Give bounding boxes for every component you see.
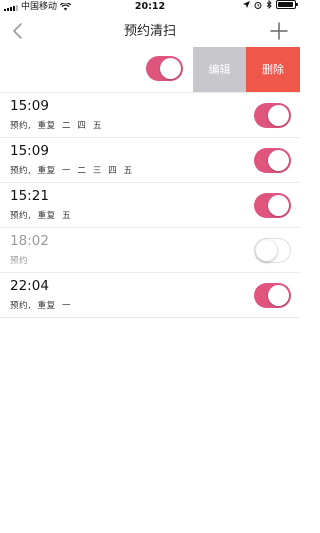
page-title: 预约清扫 xyxy=(123,24,176,39)
schedule-row[interactable]: 15:09 预约, 重复 一 二 三 四 五 xyxy=(0,138,300,183)
schedule-row[interactable]: 15:21 预约, 重复 五 xyxy=(0,183,300,228)
schedule-toggle[interactable] xyxy=(254,103,291,128)
schedule-repeat: 预约, 重复 五 xyxy=(10,211,72,221)
toggle-knob xyxy=(268,105,289,126)
schedule-time: 15:21 xyxy=(10,188,49,204)
delete-button[interactable]: 删除 xyxy=(246,47,300,92)
alarm-icon xyxy=(254,1,262,9)
status-right xyxy=(243,0,298,9)
status-bar: 中国移动 20:12 xyxy=(0,0,300,14)
schedule-repeat: 预约, 重复 一 二 三 四 五 xyxy=(10,166,133,176)
nav-bar: 预约清扫 xyxy=(0,14,300,49)
bluetooth-icon xyxy=(266,0,272,9)
schedule-repeat: 预约 xyxy=(10,256,29,266)
schedule-toggle[interactable] xyxy=(254,193,291,218)
schedule-toggle[interactable] xyxy=(254,238,291,263)
master-toggle[interactable] xyxy=(146,56,183,81)
toggle-knob xyxy=(268,150,289,171)
schedule-row[interactable]: 18:02 预约 xyxy=(0,228,300,273)
schedule-row[interactable]: 22:04 预约, 重复 一 xyxy=(0,273,300,318)
schedule-toggle[interactable] xyxy=(254,283,291,308)
schedule-toggle[interactable] xyxy=(254,148,291,173)
schedule-repeat: 预约, 重复 一 xyxy=(10,301,72,311)
schedule-time: 15:09 xyxy=(10,98,49,114)
schedule-time: 18:02 xyxy=(10,233,49,249)
edit-button[interactable]: 编辑 xyxy=(193,47,246,92)
toggle-knob xyxy=(268,285,289,306)
toggle-knob xyxy=(268,195,289,216)
master-toggle-row: 编辑 删除 xyxy=(0,47,300,92)
schedule-row[interactable]: 15:09 预约, 重复 二 四 五 xyxy=(0,93,300,138)
battery-icon xyxy=(276,0,298,9)
schedule-time: 15:09 xyxy=(10,143,49,159)
app-screen: 中国移动 20:12 预约清扫 编辑 删除 15:09 预约, 重复 二 四 五… xyxy=(0,0,300,533)
divider xyxy=(0,317,300,318)
location-icon xyxy=(243,1,250,8)
toggle-knob xyxy=(256,240,277,261)
plus-icon[interactable] xyxy=(268,20,290,42)
schedule-repeat: 预约, 重复 二 四 五 xyxy=(10,121,102,131)
schedule-time: 22:04 xyxy=(10,278,49,294)
toggle-knob xyxy=(160,58,181,79)
